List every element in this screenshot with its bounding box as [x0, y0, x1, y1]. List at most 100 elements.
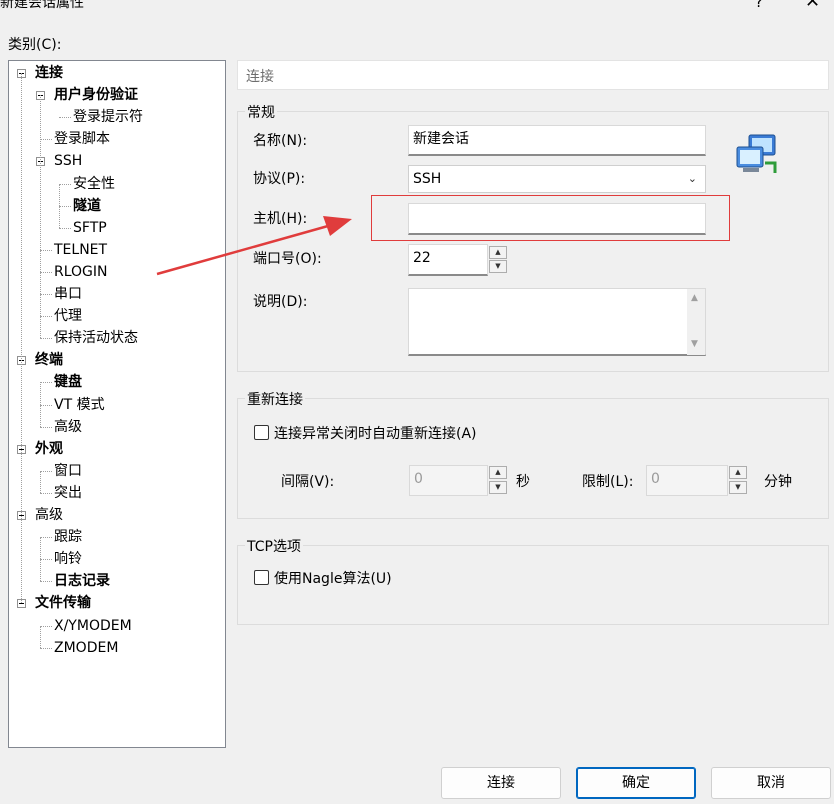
tree-item[interactable]: SFTP	[73, 217, 107, 239]
tree-item[interactable]: 连接	[35, 62, 63, 84]
category-tree[interactable]: 连接 用户身份验证 登录提示符登录脚本 SSH 安全性隧道 SFTP TELNET RLOGI…	[8, 60, 226, 748]
port-down-icon[interactable]: ▼	[489, 260, 507, 273]
tree-item-label: RLOGIN	[54, 263, 108, 280]
tree-connector	[40, 559, 52, 561]
tree-connector	[40, 139, 52, 141]
tree-item[interactable]: 保持活动状态	[54, 327, 138, 349]
tree-item[interactable]: 键盘	[54, 371, 82, 393]
tree-item[interactable]: VT 模式	[54, 394, 105, 416]
tree-item[interactable]: SSH	[54, 150, 82, 172]
tree-connector	[40, 470, 52, 472]
tree-connector	[40, 625, 52, 627]
network-computers-icon	[736, 134, 777, 173]
tcp-group-title: TCP选项	[245, 536, 303, 556]
tree-item-label: 终端	[35, 352, 63, 369]
name-label: 名称(N):	[253, 133, 308, 149]
help-icon[interactable]: ?	[755, 0, 771, 13]
tree-connector	[40, 249, 52, 251]
annotation-highlight-box	[371, 195, 730, 241]
tree-item[interactable]: 登录脚本	[54, 128, 110, 150]
scroll-up-icon[interactable]: ▲	[691, 293, 698, 303]
tree-connector	[40, 95, 41, 339]
tree-item-label: 保持活动状态	[54, 330, 138, 347]
tree-connector	[40, 647, 52, 649]
tree-item[interactable]: 串口	[54, 283, 82, 305]
port-up-icon[interactable]: ▲	[489, 246, 507, 259]
connect-button[interactable]: 连接	[441, 767, 561, 799]
tree-connector	[40, 492, 52, 494]
tree-item[interactable]: TELNET	[54, 239, 107, 261]
auto-reconnect-label[interactable]: 连接异常关闭时自动重新连接(A)	[274, 423, 477, 443]
limit-up-icon[interactable]: ▲	[729, 466, 747, 479]
tree-item-label: SFTP	[73, 219, 107, 236]
interval-input[interactable]: 0	[409, 465, 488, 496]
interval-down-icon[interactable]: ▼	[489, 481, 507, 494]
interval-unit: 秒	[516, 474, 530, 490]
reconnect-group-title: 重新连接	[245, 389, 305, 409]
scroll-down-icon[interactable]: ▼	[691, 339, 698, 349]
tree-item[interactable]: 用户身份验证	[54, 84, 138, 106]
tree-item[interactable]: 高级	[54, 416, 82, 438]
tree-item[interactable]: ZMODEM	[54, 637, 118, 659]
tree-item[interactable]: 日志记录	[54, 570, 110, 592]
tree-item[interactable]: 跟踪	[54, 526, 82, 548]
tree-item[interactable]: 外观	[35, 438, 63, 460]
general-group-title: 常规	[245, 102, 277, 122]
tree-item[interactable]: 窗口	[54, 460, 82, 482]
tree-item-label: 突出	[54, 484, 82, 501]
limit-spinner[interactable]: ▲ ▼	[729, 466, 747, 495]
tree-item[interactable]: 终端	[35, 349, 63, 371]
description-scrollbar[interactable]: ▲ ▼	[687, 289, 705, 355]
name-input[interactable]: 新建会话	[408, 125, 706, 156]
tree-item-label: 高级	[54, 418, 82, 435]
tree-connector	[40, 537, 41, 582]
close-icon[interactable]: ✕	[805, 0, 827, 13]
tree-item[interactable]: 安全性	[73, 173, 115, 195]
protocol-select[interactable]: SSH ⌄	[408, 165, 706, 193]
tree-item-label: 安全性	[73, 175, 115, 192]
port-spinner[interactable]: ▲ ▼	[489, 246, 507, 274]
tree-item-label: 跟踪	[54, 529, 82, 546]
tree-item[interactable]: 文件传输	[35, 592, 91, 614]
tree-item-label: 日志记录	[54, 573, 110, 590]
tree-item-label: X/YMODEM	[54, 617, 132, 634]
tree-item-label: 文件传输	[35, 595, 91, 612]
tree-connector	[59, 183, 60, 228]
port-input[interactable]: 22	[408, 244, 488, 276]
ok-button[interactable]: 确定	[576, 767, 696, 799]
tree-item-label: 登录脚本	[54, 131, 110, 148]
tree-connector	[59, 183, 71, 185]
tree-connector	[40, 338, 52, 340]
tree-connector	[40, 404, 52, 406]
tree-connector	[40, 470, 41, 493]
tree-connector	[40, 271, 52, 273]
tree-item[interactable]: 高级	[35, 504, 63, 526]
nagle-checkbox[interactable]	[254, 570, 269, 585]
tree-item[interactable]: 响铃	[54, 548, 82, 570]
tree-item[interactable]: 隧道	[73, 195, 101, 217]
tree-connector	[40, 426, 52, 428]
tree-item-label: 高级	[35, 507, 63, 523]
panel-header: 连接	[237, 60, 829, 90]
tree-item[interactable]: RLOGIN	[54, 261, 108, 283]
auto-reconnect-checkbox[interactable]	[254, 425, 269, 440]
port-label: 端口号(O):	[253, 251, 322, 267]
chevron-down-icon: ⌄	[687, 172, 697, 185]
tree-item-label: 响铃	[54, 551, 82, 568]
tree-connector	[40, 625, 41, 648]
tree-item[interactable]: 突出	[54, 482, 82, 504]
description-label: 说明(D):	[253, 294, 308, 310]
tree-item[interactable]: 登录提示符	[73, 106, 143, 128]
description-textarea[interactable]: ▲ ▼	[408, 288, 706, 356]
tree-item[interactable]: X/YMODEM	[54, 615, 132, 637]
cancel-button[interactable]: 取消	[711, 767, 831, 799]
interval-up-icon[interactable]: ▲	[489, 466, 507, 479]
interval-spinner[interactable]: ▲ ▼	[489, 466, 507, 495]
tree-connector	[40, 382, 41, 427]
limit-down-icon[interactable]: ▼	[729, 481, 747, 494]
category-label: 类别(C):	[8, 37, 62, 53]
nagle-label[interactable]: 使用Nagle算法(U)	[274, 568, 392, 588]
tree-item-label: 外观	[35, 440, 63, 457]
tree-item[interactable]: 代理	[54, 305, 82, 327]
limit-input[interactable]: 0	[646, 465, 728, 496]
